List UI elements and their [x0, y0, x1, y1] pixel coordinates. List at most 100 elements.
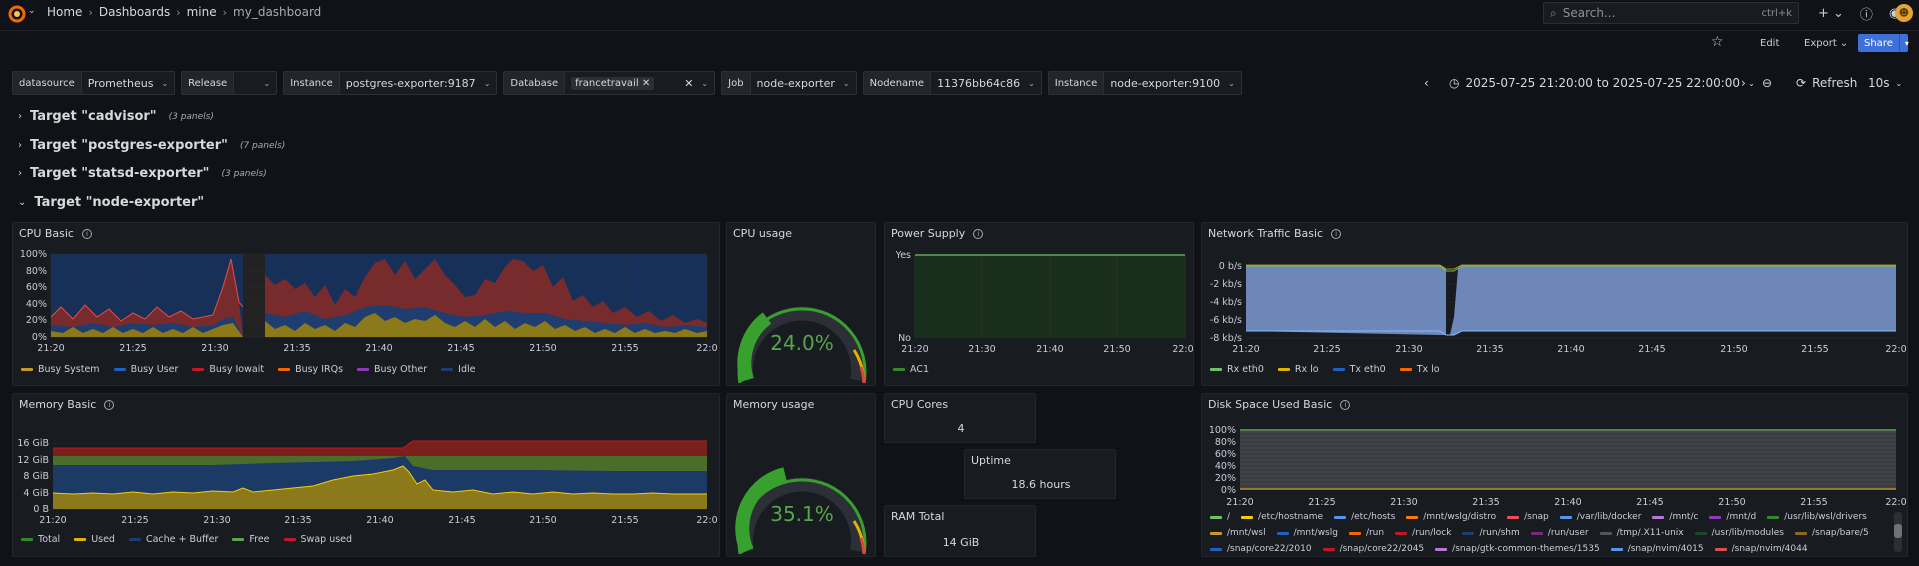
- panel-disk-space[interactable]: Disk Space Used Basic i 100% 80% 60% 40% …: [1201, 393, 1908, 557]
- legend-item[interactable]: /run/lock: [1395, 528, 1451, 538]
- clear-icon[interactable]: ✕: [684, 77, 693, 90]
- refresh-interval[interactable]: 10s ⌄: [1868, 71, 1902, 95]
- legend-item[interactable]: /snap/bare/5: [1794, 528, 1869, 538]
- breadcrumb-home[interactable]: Home: [47, 5, 82, 19]
- legend-item[interactable]: Busy System: [21, 364, 100, 375]
- legend-label: Tx eth0: [1349, 364, 1386, 375]
- add-icon[interactable]: + ⌄: [1818, 6, 1844, 21]
- legend-item[interactable]: Used: [74, 534, 115, 545]
- var-job[interactable]: Job node-exporter ⌄: [721, 71, 857, 95]
- panel-title: Network Traffic Basic i: [1208, 227, 1342, 240]
- panel-network-traffic[interactable]: Network Traffic Basic i 0 b/s -2 kb/s -4 …: [1201, 222, 1908, 386]
- var-database[interactable]: Database francetravail ✕ ✕ ⌄: [503, 71, 716, 95]
- search-input[interactable]: ⌕ Search... ctrl+k: [1543, 2, 1799, 24]
- legend-item[interactable]: /mnt/d: [1709, 512, 1756, 522]
- legend-item[interactable]: /run/user: [1530, 528, 1589, 538]
- legend-item[interactable]: Swap used: [283, 534, 352, 545]
- legend-item[interactable]: /snap: [1507, 512, 1549, 522]
- legend-item[interactable]: Rx lo: [1277, 364, 1319, 375]
- info-icon[interactable]: i: [1340, 399, 1351, 410]
- chevron-down-icon: ⌄: [701, 78, 709, 88]
- legend-item[interactable]: /snap/nvim/4015: [1610, 544, 1704, 554]
- legend-item[interactable]: Free: [232, 534, 270, 545]
- info-icon[interactable]: i: [104, 399, 115, 410]
- panel-ram-total[interactable]: RAM Total 14 GiB: [884, 505, 1036, 557]
- export-button[interactable]: Export ⌄: [1804, 34, 1848, 52]
- row-postgres[interactable]: › Target "postgres-exporter" (7 panels): [18, 138, 285, 153]
- x-tick: 21:20: [1226, 497, 1253, 508]
- help-icon[interactable]: ⓘ: [1860, 4, 1873, 23]
- legend-item[interactable]: Tx eth0: [1332, 364, 1386, 375]
- legend-item[interactable]: /snap/nvim/4044: [1714, 544, 1808, 554]
- legend-item[interactable]: Busy Iowait: [192, 364, 264, 375]
- legend-item[interactable]: /etc/hosts: [1334, 512, 1395, 522]
- refresh-button[interactable]: ⟳ Refresh: [1796, 71, 1857, 95]
- legend-item[interactable]: /: [1210, 512, 1230, 522]
- legend-item[interactable]: AC1: [893, 364, 929, 375]
- breadcrumb-dashboards[interactable]: Dashboards: [99, 5, 170, 19]
- time-forward-button[interactable]: ›: [1741, 71, 1746, 95]
- edit-button[interactable]: Edit: [1760, 34, 1779, 52]
- legend-item[interactable]: /mnt/c: [1652, 512, 1698, 522]
- legend-item[interactable]: Busy User: [113, 364, 178, 375]
- legend-item[interactable]: Idle: [441, 364, 475, 375]
- var-release[interactable]: Release ⌄: [181, 71, 278, 95]
- legend-item[interactable]: /var/lib/docker: [1559, 512, 1641, 522]
- legend-item[interactable]: /snap/gtk-common-themes/1535: [1435, 544, 1600, 554]
- panel-cpu-usage[interactable]: CPU usage 24.0%: [726, 222, 876, 386]
- zoom-out-icon[interactable]: ⊖: [1762, 71, 1772, 95]
- info-icon[interactable]: i: [1331, 228, 1342, 239]
- legend-item[interactable]: /usr/lib/wsl/drivers: [1767, 512, 1867, 522]
- panel-cpu-cores[interactable]: CPU Cores 4: [884, 393, 1036, 443]
- star-icon[interactable]: ☆: [1711, 34, 1724, 50]
- panel-title-text: CPU usage: [733, 227, 793, 240]
- avatar[interactable]: ☻: [1895, 4, 1913, 22]
- row-title: Target "postgres-exporter": [30, 138, 228, 153]
- panel-title-text: RAM Total: [891, 510, 945, 523]
- var-instance-node[interactable]: Instance node-exporter:9100 ⌄: [1047, 71, 1242, 95]
- chevron-down-icon[interactable]: ⌄: [28, 6, 36, 16]
- var-instance-pg[interactable]: Instance postgres-exporter:9187 ⌄: [283, 71, 498, 95]
- panel-memory-basic[interactable]: Memory Basic i 16 GiB 12 GiB 8 GiB 4 GiB …: [12, 393, 720, 557]
- legend-item[interactable]: /snap/core22/2010: [1210, 544, 1312, 554]
- panel-power-supply[interactable]: Power Supply i Yes No 21:20 21:30 21:40 2…: [884, 222, 1194, 386]
- chevron-down-icon[interactable]: ▾: [1898, 34, 1914, 52]
- legend-item[interactable]: /etc/hostname: [1241, 512, 1323, 522]
- time-picker[interactable]: ◷ 2025-07-25 21:20:00 to 2025-07-25 22:00…: [1449, 71, 1755, 95]
- panel-cpu-basic[interactable]: CPU Basic i 100% 80% 60% 40% 20% 0% 21:20…: [12, 222, 720, 386]
- var-nodename[interactable]: Nodename 11376bb64c86 ⌄: [862, 71, 1042, 95]
- legend-scrollbar[interactable]: [1894, 512, 1902, 552]
- legend-item[interactable]: /mnt/wsl: [1210, 528, 1266, 538]
- legend-item[interactable]: Rx eth0: [1210, 364, 1264, 375]
- scrollbar-thumb[interactable]: [1894, 524, 1902, 538]
- legend-item[interactable]: /mnt/wslg: [1276, 528, 1338, 538]
- legend-item[interactable]: Total: [21, 534, 60, 545]
- row-statsd[interactable]: › Target "statsd-exporter" (3 panels): [18, 166, 267, 181]
- time-back-button[interactable]: ‹: [1424, 71, 1429, 95]
- legend-item[interactable]: /tmp/.X11-unix: [1599, 528, 1684, 538]
- legend-item[interactable]: /snap/core22/2045: [1322, 544, 1424, 554]
- row-cadvisor[interactable]: › Target "cadvisor" (3 panels): [18, 109, 214, 124]
- info-icon[interactable]: i: [973, 228, 984, 239]
- legend-item[interactable]: /run/shm: [1462, 528, 1520, 538]
- panel-uptime[interactable]: Uptime 18.6 hours: [964, 449, 1116, 499]
- legend-label: /usr/lib/modules: [1711, 528, 1784, 538]
- y-tick: -6 kb/s: [1210, 315, 1242, 326]
- info-icon[interactable]: i: [81, 228, 92, 239]
- legend-item[interactable]: Cache + Buffer: [128, 534, 218, 545]
- legend-item[interactable]: Busy IRQs: [278, 364, 343, 375]
- breadcrumb-folder[interactable]: mine: [187, 5, 217, 19]
- share-button[interactable]: Share ▾: [1858, 34, 1909, 52]
- disk-area: [1240, 429, 1896, 490]
- y-tick: 20%: [1215, 473, 1236, 484]
- grafana-logo-icon[interactable]: [8, 5, 26, 23]
- legend-item[interactable]: /run: [1348, 528, 1384, 538]
- remove-icon[interactable]: ✕: [642, 78, 650, 89]
- legend-item[interactable]: /mnt/wslg/distro: [1406, 512, 1496, 522]
- var-datasource[interactable]: datasource Prometheus ⌄: [12, 71, 176, 95]
- panel-memory-usage[interactable]: Memory usage 35.1%: [726, 393, 876, 557]
- legend-item[interactable]: Busy Other: [357, 364, 427, 375]
- row-node-exporter[interactable]: ⌄ Target "node-exporter": [18, 195, 204, 210]
- legend-item[interactable]: /usr/lib/modules: [1694, 528, 1784, 538]
- legend-item[interactable]: Tx lo: [1399, 364, 1440, 375]
